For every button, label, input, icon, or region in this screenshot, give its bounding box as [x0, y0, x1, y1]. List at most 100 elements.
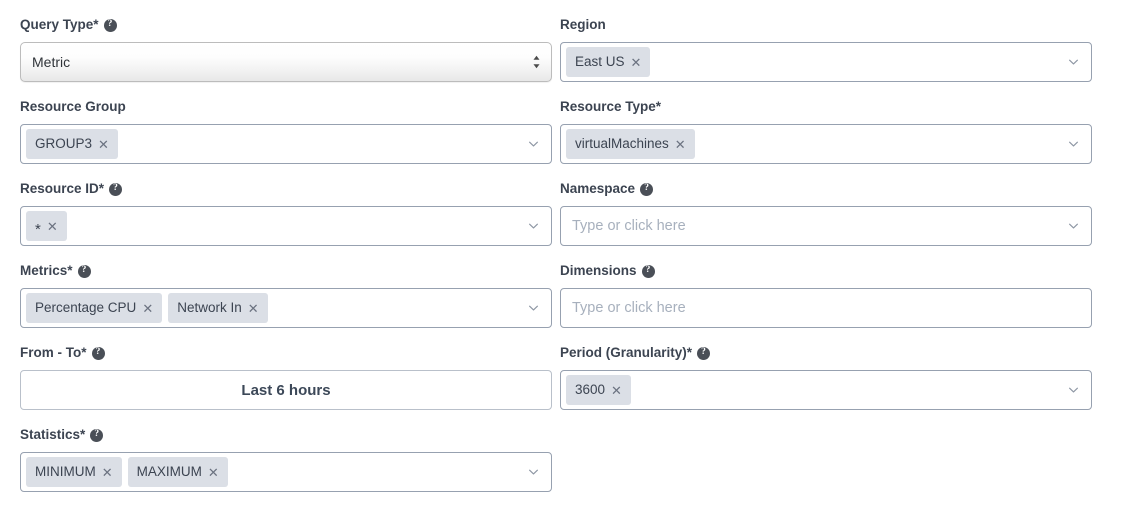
chevron-down-icon[interactable] [1067, 384, 1080, 397]
help-circle-icon[interactable]: ? [697, 347, 710, 360]
label-dimensions: Dimensions? [560, 262, 1092, 280]
help-circle-icon[interactable]: ? [642, 265, 655, 278]
field-resource-id: Resource ID*?*✕ [20, 180, 552, 246]
chevron-down-icon[interactable] [527, 466, 540, 479]
label-period-granularity: Period (Granularity)*? [560, 344, 1092, 362]
label-text: Resource ID* [20, 180, 104, 198]
label-text: Resource Type* [560, 98, 661, 116]
multiselect-statistics[interactable]: MINIMUM ✕ MAXIMUM ✕ [20, 452, 552, 492]
chevron-down-icon[interactable] [1067, 220, 1080, 233]
field-statistics: Statistics*? MINIMUM ✕ MAXIMUM ✕ [20, 426, 552, 492]
remove-chip-icon[interactable]: ✕ [611, 384, 622, 397]
field-region: Region East US ✕ [560, 16, 1092, 82]
help-circle-icon[interactable]: ? [92, 347, 105, 360]
chip-label: Network In [177, 301, 242, 315]
select-stepper-icon [532, 54, 541, 70]
multiselect-resource-group[interactable]: GROUP3 ✕ [20, 124, 552, 164]
chip[interactable]: GROUP3 ✕ [26, 129, 118, 159]
chip-label: virtualMachines [575, 137, 669, 151]
field-dimensions: Dimensions? Type or click here [560, 262, 1092, 328]
label-text: Dimensions [560, 262, 637, 280]
label-namespace: Namespace? [560, 180, 1092, 198]
label-text: Statistics* [20, 426, 85, 444]
chip-label: Percentage CPU [35, 301, 136, 315]
chevron-down-icon[interactable] [527, 138, 540, 151]
remove-chip-icon[interactable]: ✕ [631, 56, 642, 69]
timerange-input-from-to[interactable]: Last 6 hours [20, 370, 552, 410]
chevron-down-icon[interactable] [1067, 138, 1080, 151]
multiselect-region[interactable]: East US ✕ [560, 42, 1092, 82]
chevron-down-icon[interactable] [527, 220, 540, 233]
placeholder-text: Type or click here [566, 300, 686, 316]
chip-list: 3600 ✕ [566, 375, 631, 405]
help-circle-icon[interactable]: ? [90, 429, 103, 442]
remove-chip-icon[interactable]: ✕ [142, 302, 153, 315]
label-resource-id: Resource ID*? [20, 180, 552, 198]
select-query-type[interactable]: Metric [20, 42, 552, 82]
chip-list: GROUP3 ✕ [26, 129, 118, 159]
chip[interactable]: MINIMUM ✕ [26, 457, 122, 487]
field-metrics: Metrics*? Percentage CPU ✕ Network In ✕ [20, 262, 552, 328]
field-resource-type: Resource Type* virtualMachines ✕ [560, 98, 1092, 164]
label-text: Region [560, 16, 606, 34]
multiselect-namespace[interactable]: Type or click here [560, 206, 1092, 246]
remove-chip-icon[interactable]: ✕ [675, 138, 686, 151]
chip-label: MAXIMUM [137, 465, 202, 479]
chip-label: 3600 [575, 383, 605, 397]
label-query-type: Query Type*? [20, 16, 552, 34]
chip[interactable]: Network In ✕ [168, 293, 267, 323]
field-period-granularity: Period (Granularity)*? 3600 ✕ [560, 344, 1092, 410]
remove-chip-icon[interactable]: ✕ [47, 220, 58, 233]
chip-list: MINIMUM ✕ MAXIMUM ✕ [26, 457, 228, 487]
remove-chip-icon[interactable]: ✕ [98, 138, 109, 151]
chip[interactable]: MAXIMUM ✕ [128, 457, 228, 487]
chip-list: Percentage CPU ✕ Network In ✕ [26, 293, 268, 323]
label-metrics: Metrics*? [20, 262, 552, 280]
chip[interactable]: *✕ [26, 211, 67, 241]
help-circle-icon[interactable]: ? [109, 183, 122, 196]
label-region: Region [560, 16, 1092, 34]
label-text: Period (Granularity)* [560, 344, 692, 362]
label-text: From - To* [20, 344, 87, 362]
chip[interactable]: East US ✕ [566, 47, 650, 77]
field-resource-group: Resource Group GROUP3 ✕ [20, 98, 552, 164]
field-namespace: Namespace? Type or click here [560, 180, 1092, 246]
label-resource-type: Resource Type* [560, 98, 1092, 116]
help-circle-icon[interactable]: ? [78, 265, 91, 278]
chip-list: East US ✕ [566, 47, 650, 77]
remove-chip-icon[interactable]: ✕ [248, 302, 259, 315]
chip[interactable]: 3600 ✕ [566, 375, 631, 405]
timerange-value: Last 6 hours [241, 382, 330, 399]
label-resource-group: Resource Group [20, 98, 552, 116]
help-circle-icon[interactable]: ? [640, 183, 653, 196]
placeholder-text: Type or click here [566, 218, 686, 234]
label-text: Namespace [560, 180, 635, 198]
chip-list: *✕ [26, 211, 67, 241]
multiselect-resource-type[interactable]: virtualMachines ✕ [560, 124, 1092, 164]
label-text: Resource Group [20, 98, 126, 116]
chip-label: East US [575, 55, 625, 69]
chip-label: * [35, 222, 41, 237]
chip-label: MINIMUM [35, 465, 96, 479]
multiselect-dimensions[interactable]: Type or click here [560, 288, 1092, 328]
chevron-down-icon[interactable] [527, 302, 540, 315]
azure-metrics-query-form: Query Type*?MetricRegionEast US✕Resource… [0, 0, 1128, 507]
select-value: Metric [32, 54, 70, 70]
chip[interactable]: Percentage CPU ✕ [26, 293, 162, 323]
chip-list: virtualMachines ✕ [566, 129, 695, 159]
label-text: Metrics* [20, 262, 73, 280]
multiselect-metrics[interactable]: Percentage CPU ✕ Network In ✕ [20, 288, 552, 328]
remove-chip-icon[interactable]: ✕ [102, 466, 113, 479]
label-text: Query Type* [20, 16, 99, 34]
help-circle-icon[interactable]: ? [104, 19, 117, 32]
chevron-down-icon[interactable] [1067, 56, 1080, 69]
field-from-to: From - To*? Last 6 hours [20, 344, 552, 410]
remove-chip-icon[interactable]: ✕ [208, 466, 219, 479]
multiselect-resource-id[interactable]: *✕ [20, 206, 552, 246]
label-from-to: From - To*? [20, 344, 552, 362]
chip-label: GROUP3 [35, 137, 92, 151]
label-statistics: Statistics*? [20, 426, 552, 444]
field-query-type: Query Type*? Metric [20, 16, 552, 82]
multiselect-period-granularity[interactable]: 3600 ✕ [560, 370, 1092, 410]
chip[interactable]: virtualMachines ✕ [566, 129, 695, 159]
